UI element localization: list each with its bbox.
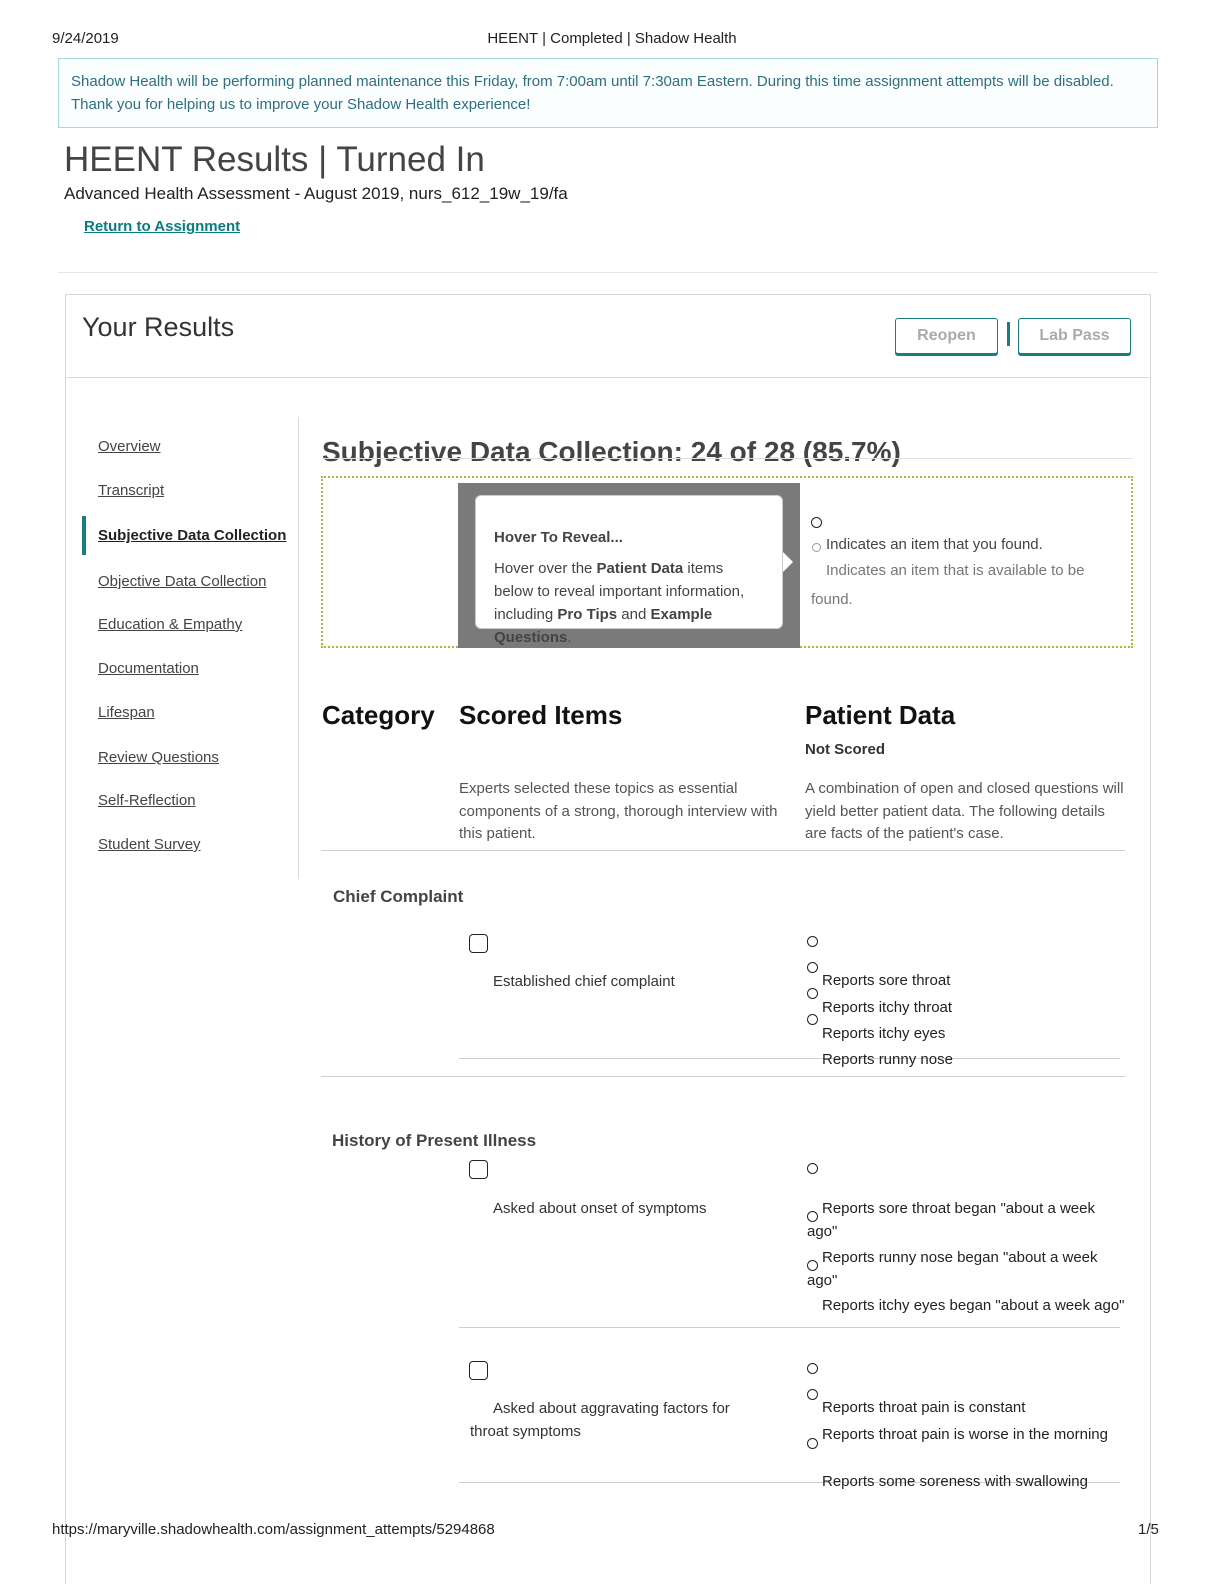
row-divider <box>459 1327 1120 1328</box>
return-to-assignment-link[interactable]: Return to Assignment <box>84 218 240 235</box>
category-history-of-present-illness: History of Present Illness <box>332 1131 537 1150</box>
patient-data-description: A combination of open and closed questio… <box>805 780 1124 842</box>
sidebar-item-education-empathy[interactable]: Education & Empathy <box>98 616 242 633</box>
checkbox-icon <box>469 1361 488 1380</box>
patient-data-item[interactable]: Reports some soreness with swallowing <box>822 1473 1088 1490</box>
tooltip-heading: Hover To Reveal... <box>494 529 623 546</box>
section-divider <box>322 458 1133 459</box>
found-circle-icon <box>807 962 818 973</box>
patient-data-item[interactable]: Reports itchy eyes <box>822 1025 945 1042</box>
circle-icon <box>807 1363 818 1374</box>
patient-data-item[interactable]: Reports sore throat began "about a week … <box>807 1197 1127 1243</box>
sidebar-item-review-questions[interactable]: Review Questions <box>98 749 219 766</box>
page-title: HEENT Results | Turned In <box>64 140 485 179</box>
course-subtitle: Advanced Health Assessment - August 2019… <box>64 184 568 203</box>
patient-data-item[interactable]: Reports sore throat <box>822 972 950 989</box>
maintenance-notice: Shadow Health will be performing planned… <box>58 58 1158 128</box>
found-circle-icon <box>807 1389 818 1400</box>
category-chief-complaint: Chief Complaint <box>333 887 464 906</box>
sidebar-divider <box>298 417 299 879</box>
row-divider <box>459 1058 1120 1059</box>
print-page-title: HEENT | Completed | Shadow Health <box>487 30 737 47</box>
sidebar-item-overview[interactable]: Overview <box>98 438 161 455</box>
sidebar-item-self-reflection[interactable]: Self-Reflection <box>98 792 196 809</box>
scored-items-description: Experts selected these topics as essenti… <box>459 780 778 842</box>
print-url: https://maryville.shadowhealth.com/assig… <box>52 1521 495 1538</box>
available-circle-icon <box>812 543 821 552</box>
checkbox-icon <box>469 934 488 953</box>
found-circle-icon <box>807 988 818 999</box>
found-circle-icon <box>811 517 822 528</box>
button-separator <box>1007 322 1010 346</box>
circle-icon <box>807 1163 818 1174</box>
column-header-patient-data: Patient Data <box>805 700 956 730</box>
sidebar-item-student-survey[interactable]: Student Survey <box>98 836 201 853</box>
found-circle-icon <box>807 1014 818 1025</box>
scored-item-aggravating-factors: Asked about aggravating factors for thro… <box>470 1400 730 1440</box>
legend-available-text: Indicates an item that is available to b… <box>811 562 1085 608</box>
sidebar-item-objective-data-collection[interactable]: Objective Data Collection <box>98 573 266 590</box>
active-nav-indicator <box>82 516 86 555</box>
scored-item-established-chief-complaint: Established chief complaint <box>493 973 675 990</box>
results-title: Your Results <box>82 312 235 342</box>
patient-data-item[interactable]: Reports throat pain is worse in the morn… <box>807 1423 1127 1446</box>
tooltip-arrow <box>783 552 793 572</box>
column-header-scored-items: Scored Items <box>459 700 623 730</box>
category-divider <box>321 1076 1125 1077</box>
reopen-button[interactable]: Reopen <box>895 318 998 354</box>
hover-reveal-tooltip: Hover To Reveal... Hover over the Patien… <box>475 495 783 646</box>
patient-data-item[interactable]: Reports runny nose <box>822 1051 953 1068</box>
legend-found-text: Indicates an item that you found. <box>826 536 1043 553</box>
patient-data-item[interactable]: Reports runny nose began "about a week a… <box>807 1246 1127 1292</box>
column-header-category: Category <box>322 700 435 730</box>
patient-data-item[interactable]: Reports itchy throat <box>822 999 952 1016</box>
section-title: Subjective Data Collection: 24 of 28 (85… <box>322 436 901 467</box>
sidebar-item-documentation[interactable]: Documentation <box>98 660 199 677</box>
print-page-number: 1/5 <box>1138 1521 1159 1538</box>
scored-item-onset-of-symptoms: Asked about onset of symptoms <box>493 1200 707 1217</box>
checkbox-icon <box>469 1160 488 1179</box>
circle-icon <box>807 936 818 947</box>
sidebar-item-subjective-data-collection[interactable]: Subjective Data Collection <box>98 527 286 544</box>
patient-data-item[interactable]: Reports throat pain is constant <box>822 1399 1025 1416</box>
not-scored-label: Not Scored <box>805 741 886 758</box>
tooltip-body: Hover over the Patient Data items below … <box>494 560 745 646</box>
table-header-divider <box>321 850 1125 851</box>
patient-data-item[interactable]: Reports itchy eyes began "about a week a… <box>807 1294 1127 1317</box>
divider <box>58 272 1158 273</box>
sidebar-item-transcript[interactable]: Transcript <box>98 482 164 499</box>
sidebar-item-lifespan[interactable]: Lifespan <box>98 704 155 721</box>
lab-pass-button[interactable]: Lab Pass <box>1018 318 1131 354</box>
